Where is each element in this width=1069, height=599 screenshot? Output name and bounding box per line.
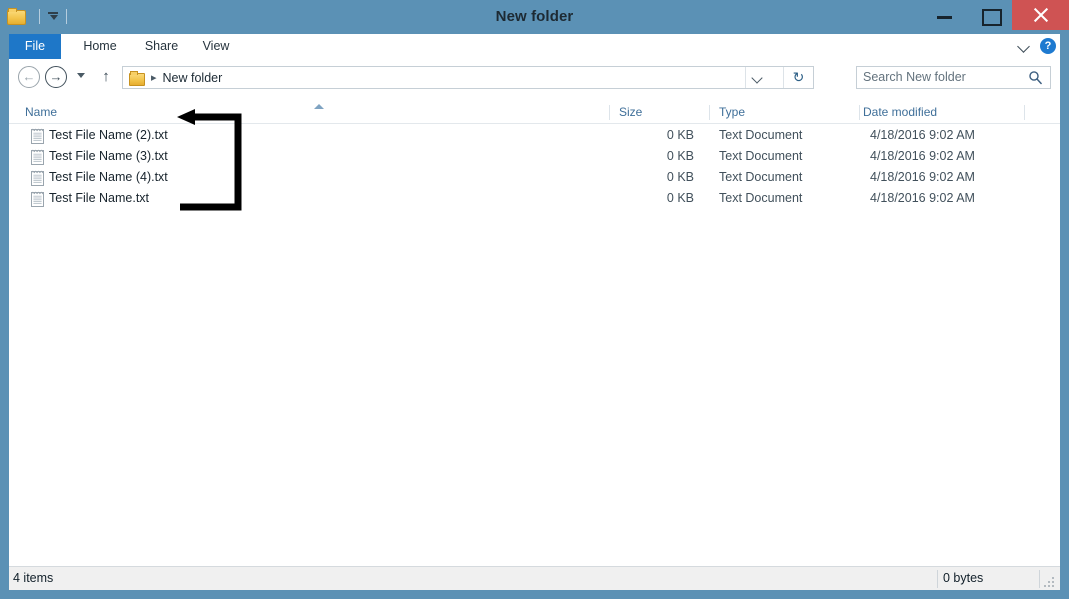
arrow-left-icon: ← (19, 67, 39, 87)
status-divider (937, 570, 938, 588)
resize-grip-icon[interactable] (1044, 575, 1057, 588)
address-bar[interactable]: ▸ New folder ↻ (122, 66, 814, 89)
explorer-window: New folder File Home Share View ? ← → ↑ (0, 0, 1069, 599)
breadcrumb-separator: ▸ (151, 71, 157, 84)
column-header-name[interactable]: Name (25, 102, 57, 123)
tab-share[interactable]: Share (133, 34, 190, 59)
column-divider[interactable] (1024, 105, 1025, 120)
table-row[interactable]: Test File Name (2).txt 0 KB Text Documen… (9, 125, 1060, 146)
file-size: 0 KB (609, 188, 694, 209)
file-date-modified: 4/18/2016 9:02 AM (870, 167, 975, 188)
maximize-icon[interactable] (967, 0, 1012, 30)
column-headers: Name Size Type Date modified (9, 102, 1060, 124)
table-row[interactable]: Test File Name (3).txt 0 KB Text Documen… (9, 146, 1060, 167)
search-box[interactable] (856, 66, 1051, 89)
file-type: Text Document (719, 125, 802, 146)
file-type: Text Document (719, 146, 802, 167)
recent-locations-icon[interactable] (77, 73, 85, 78)
file-list[interactable]: Test File Name (2).txt 0 KB Text Documen… (9, 125, 1060, 560)
file-size: 0 KB (609, 146, 694, 167)
text-document-icon (31, 128, 44, 144)
status-total-size: 0 bytes (943, 567, 983, 590)
window-title: New folder (0, 0, 1069, 34)
back-button[interactable]: ← (18, 66, 40, 88)
file-date-modified: 4/18/2016 9:02 AM (870, 146, 975, 167)
title-bar: New folder (0, 0, 1069, 34)
folder-icon (129, 71, 144, 84)
text-document-icon (31, 170, 44, 186)
help-icon[interactable]: ? (1040, 38, 1056, 54)
file-name[interactable]: Test File Name (2).txt (49, 125, 168, 146)
file-name[interactable]: Test File Name (3).txt (49, 146, 168, 167)
text-document-icon (31, 191, 44, 207)
ribbon-right-controls: ? (1017, 38, 1056, 54)
status-item-count: 4 items (13, 567, 53, 590)
client-area: ← → ↑ ▸ New folder ↻ (9, 59, 1060, 566)
tab-view[interactable]: View (192, 34, 240, 59)
address-dropdown-icon[interactable] (745, 67, 768, 88)
search-input[interactable] (863, 67, 1023, 88)
file-name[interactable]: Test File Name (4).txt (49, 167, 168, 188)
search-icon[interactable] (1028, 70, 1043, 85)
table-row[interactable]: Test File Name.txt 0 KB Text Document 4/… (9, 188, 1060, 209)
file-size: 0 KB (609, 167, 694, 188)
status-divider (1039, 570, 1040, 588)
column-header-date-modified[interactable]: Date modified (859, 102, 937, 123)
chevron-down-icon[interactable] (1017, 39, 1031, 53)
file-type: Text Document (719, 188, 802, 209)
breadcrumb-current[interactable]: New folder (163, 71, 223, 85)
arrow-right-icon: → (46, 67, 66, 87)
file-date-modified: 4/18/2016 9:02 AM (870, 188, 975, 209)
text-document-icon (31, 149, 44, 165)
close-icon[interactable] (1012, 0, 1069, 30)
navigation-bar: ← → ↑ ▸ New folder ↻ (9, 59, 1060, 95)
file-size: 0 KB (609, 125, 694, 146)
file-type: Text Document (719, 167, 802, 188)
tab-file[interactable]: File (9, 34, 61, 59)
refresh-icon[interactable]: ↻ (783, 67, 813, 88)
arrow-up-icon[interactable]: ↑ (97, 68, 115, 86)
ribbon-tab-strip: File Home Share View ? (9, 34, 1060, 59)
file-date-modified: 4/18/2016 9:02 AM (870, 125, 975, 146)
minimize-icon[interactable] (922, 0, 967, 30)
table-row[interactable]: Test File Name (4).txt 0 KB Text Documen… (9, 167, 1060, 188)
status-bar: 4 items 0 bytes (9, 566, 1060, 590)
file-name[interactable]: Test File Name.txt (49, 188, 149, 209)
tab-home[interactable]: Home (69, 34, 131, 59)
forward-button[interactable]: → (45, 66, 67, 88)
column-header-size[interactable]: Size (609, 102, 642, 123)
sort-ascending-icon (314, 104, 324, 109)
column-header-type[interactable]: Type (709, 102, 745, 123)
window-controls (922, 0, 1069, 30)
